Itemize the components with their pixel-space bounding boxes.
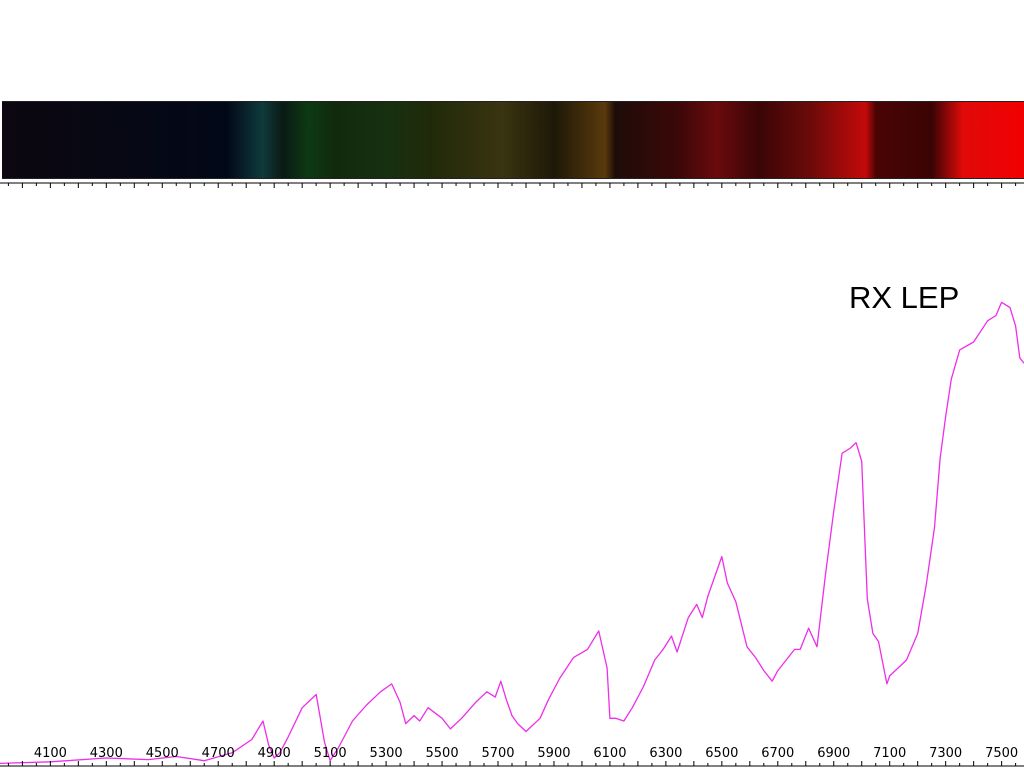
x-tick-label: 6300 — [649, 746, 682, 761]
x-tick-label: 4700 — [202, 746, 235, 761]
x-tick-label: 7100 — [873, 746, 906, 761]
x-tick-label: 6700 — [761, 746, 794, 761]
spectrum-series-line — [0, 301, 1024, 765]
x-tick-label: 5700 — [481, 746, 514, 761]
x-tick-label: 6500 — [705, 746, 738, 761]
star-name-label: RX LEP — [849, 280, 960, 315]
x-tick-label: 4300 — [90, 746, 123, 761]
x-tick-label: 5500 — [426, 746, 459, 761]
x-tick-label: 4500 — [146, 746, 179, 761]
x-tick-label: 4100 — [34, 746, 67, 761]
top-wavelength-axis — [0, 182, 1024, 188]
x-tick-label: 6900 — [817, 746, 850, 761]
x-tick-label: 5900 — [537, 746, 570, 761]
x-tick-label: 4900 — [258, 746, 291, 761]
bottom-wavelength-axis: 4100 4300 4500 4700 4900 5100 5300 5500 5700 5900… — [0, 746, 1024, 767]
x-tick-label: 5100 — [314, 746, 347, 761]
x-tick-label: 7500 — [985, 746, 1018, 761]
x-tick-label: 5300 — [370, 746, 403, 761]
spectrum-chart: 4100 4300 4500 4700 4900 5100 5300 5500 5700 5900… — [0, 182, 1024, 767]
plot-area — [0, 301, 1024, 765]
x-tick-label: 7300 — [929, 746, 962, 761]
x-tick-label: 6100 — [593, 746, 626, 761]
